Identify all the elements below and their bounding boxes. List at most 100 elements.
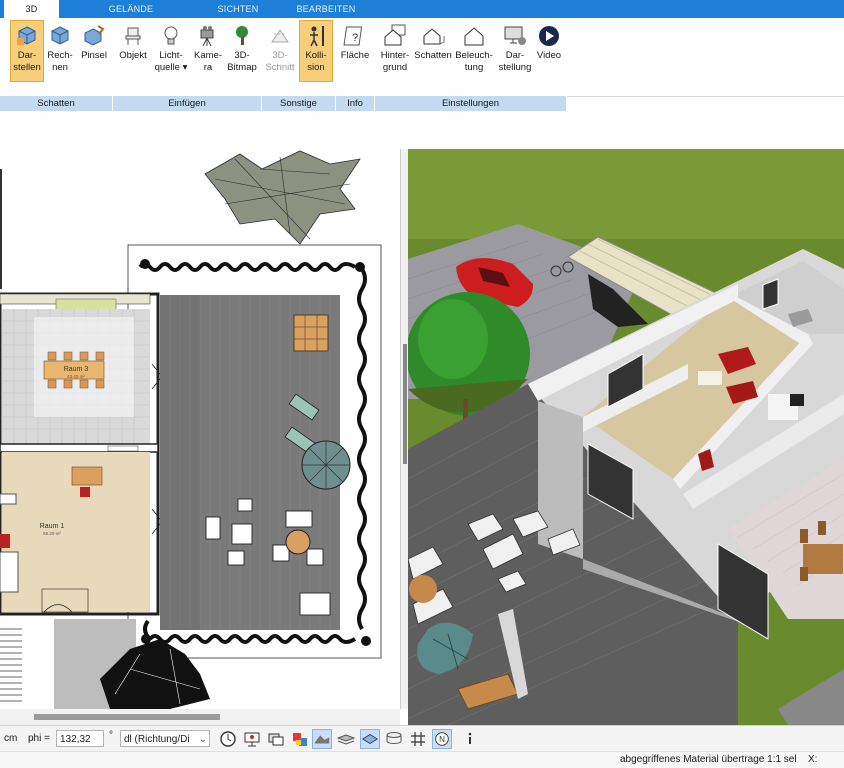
pinsel-button[interactable]: Pinsel [78, 21, 110, 81]
button-label: Kame- [194, 50, 222, 61]
light-bulb-icon [164, 26, 178, 45]
plane-icon[interactable] [360, 729, 380, 749]
scrollbar-thumb[interactable] [34, 714, 220, 720]
stack-icon[interactable] [384, 729, 404, 749]
video-button[interactable]: Video [535, 21, 563, 81]
bottom-toolbar: cm phi = 132,32 ° dl (Richtung/Di ⌄ N [0, 725, 844, 752]
chevron-down-icon: ⌄ [198, 734, 207, 745]
cube-brush-icon [84, 25, 105, 46]
status-bar: abgegriffenes Material übertrage 1:1 sel… [0, 751, 844, 768]
button-label: Objekt [119, 50, 147, 61]
3d-bitmap-button[interactable]: 3D- Bitmap [225, 21, 259, 81]
info-icon[interactable] [460, 729, 480, 749]
3d-rendering [408, 149, 844, 725]
button-label: Pinsel [81, 50, 107, 61]
tree-icon [236, 26, 248, 45]
clock-icon[interactable] [218, 729, 238, 749]
floor-plan-drawing: Raum 3 43.42 m² Raum 1 66.20 m² [0, 150, 382, 709]
darstellen-button[interactable]: Dar- stellen [10, 20, 44, 82]
button-label: Schatten [414, 50, 452, 61]
button-label: 3D- [272, 50, 288, 61]
rechnen-button[interactable]: Rech- nen [45, 21, 75, 81]
kamera-button[interactable]: Kame- ra [192, 21, 224, 81]
button-label: Bitmap [227, 62, 257, 73]
svg-text:?: ? [352, 32, 358, 44]
kollision-button[interactable]: Kolli- sion [299, 20, 333, 82]
group-schatten: Schatten [0, 96, 113, 111]
phi-input[interactable]: 132,32 [56, 730, 104, 747]
flaeche-button[interactable]: ? Fläche [338, 21, 372, 81]
copy-view-icon[interactable] [266, 729, 286, 749]
area-help-icon: ? [343, 26, 363, 46]
scrollbar-thumb[interactable] [403, 344, 407, 464]
darstellung-button[interactable]: Dar- stellung [496, 21, 534, 81]
horizontal-scrollbar[interactable] [0, 709, 400, 725]
camera-icon [200, 26, 214, 47]
monitor-settings-icon [504, 26, 526, 45]
tab-bearbeiten[interactable]: BEARBEITEN [293, 0, 359, 18]
tab-gelaende[interactable]: GELÄNDE [105, 0, 157, 18]
terrain-view-icon[interactable] [312, 729, 332, 749]
coordinate-label: X: [808, 754, 818, 765]
chair-icon [125, 27, 141, 45]
button-label: ra [203, 62, 213, 73]
button-label: Fläche [340, 50, 370, 61]
ribbon: Dar- stellen Rech- nen Pinsel Objekt Lic… [0, 18, 844, 111]
button-label: Dar- [505, 50, 525, 61]
play-icon [539, 26, 559, 46]
section-icon [271, 29, 289, 43]
objekt-button[interactable]: Objekt [116, 21, 150, 81]
group-sonstige: Sonstige [262, 96, 336, 111]
tree-symbol [204, 150, 361, 245]
layers-icon[interactable] [336, 729, 356, 749]
north-icon[interactable]: N [432, 729, 452, 749]
direction-select[interactable]: dl (Richtung/Di ⌄ [120, 730, 210, 747]
room-3-label: Raum 3 [64, 366, 89, 373]
button-label: Kolli- [305, 50, 327, 61]
lichtquelle-button[interactable]: Licht- quelle ▾ [153, 21, 189, 81]
button-label: Dar- [17, 50, 37, 61]
button-label: Schnitt [265, 62, 295, 73]
button-label: quelle ▾ [154, 62, 188, 73]
house-lighting-icon [464, 27, 484, 46]
room-1-area: 66.20 m² [43, 531, 61, 536]
button-label: stellen [13, 62, 41, 73]
button-label: Beleuch- [455, 50, 493, 61]
tab-sichten[interactable]: SICHTEN [212, 0, 264, 18]
button-label: tung [464, 62, 484, 73]
group-einfuegen: Einfügen [113, 96, 262, 111]
3d-view[interactable] [408, 149, 844, 725]
hintergrund-button[interactable]: Hinter- grund [378, 21, 412, 81]
button-label: Video [536, 50, 562, 61]
collision-person-icon [310, 26, 324, 47]
room-1-label: Raum 1 [40, 523, 65, 530]
button-label: 3D- [234, 50, 250, 61]
degree-label: ° [109, 730, 113, 741]
tab-3d[interactable]: 3D [4, 0, 59, 18]
floor-plan-view[interactable]: Raum 3 43.42 m² Raum 1 66.20 m² [0, 149, 400, 709]
status-message: abgegriffenes Material übertrage 1:1 sel [620, 754, 797, 765]
3d-schnitt-button[interactable]: 3D- Schnitt [264, 21, 296, 81]
house-shadow-icon [423, 28, 445, 45]
cube-display-icon [17, 26, 36, 45]
grid-icon[interactable] [408, 729, 428, 749]
direction-value: dl (Richtung/Di [124, 734, 190, 745]
material-icon[interactable] [290, 729, 310, 749]
svg-text:N: N [439, 735, 445, 744]
group-info: Info [336, 96, 375, 111]
presentation-icon[interactable] [242, 729, 262, 749]
group-einstellungen: Einstellungen [375, 96, 567, 111]
beleuchtung-button[interactable]: Beleuch- tung [454, 21, 494, 81]
button-label: stellung [498, 62, 532, 73]
unit-label: cm [4, 733, 18, 744]
schatten-settings-button[interactable]: Schatten [414, 21, 452, 81]
button-label: Rech- [47, 50, 73, 61]
button-label: nen [52, 62, 68, 73]
cube-compute-icon [51, 26, 69, 45]
button-label: Licht- [159, 50, 183, 61]
button-label: grund [382, 62, 408, 73]
button-label: sion [307, 62, 325, 73]
ribbon-tab-bar: 3D GELÄNDE SICHTEN BEARBEITEN [0, 0, 844, 18]
phi-label: phi = [28, 733, 50, 744]
room-3-area: 43.42 m² [67, 374, 85, 379]
